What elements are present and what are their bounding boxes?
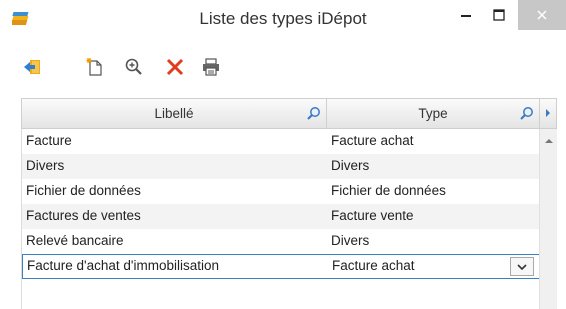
cell-type: Divers bbox=[331, 233, 370, 248]
type-dropdown-button[interactable] bbox=[510, 257, 534, 276]
magnifier-plus-icon bbox=[124, 57, 144, 81]
new-button[interactable] bbox=[84, 58, 106, 80]
table-row[interactable]: Factures de ventes Facture vente bbox=[22, 204, 540, 229]
cell-libelle: Fichier de données bbox=[26, 183, 141, 198]
cell-libelle: Facture d'achat d'immobilisation bbox=[27, 258, 219, 273]
column-header-type[interactable]: Type bbox=[327, 99, 540, 128]
print-button[interactable] bbox=[200, 58, 222, 80]
maximize-icon bbox=[493, 6, 505, 25]
minimize-icon bbox=[460, 6, 472, 25]
close-icon bbox=[536, 6, 548, 25]
close-button[interactable] bbox=[518, 0, 566, 30]
vertical-scrollbar[interactable] bbox=[539, 129, 557, 309]
types-table: Libellé Type Facture Facture achat Diver… bbox=[21, 98, 557, 309]
table-row[interactable]: Fichier de données Fichier de données bbox=[22, 179, 540, 204]
cell-libelle: Divers bbox=[26, 158, 65, 173]
table-row[interactable]: Facture Facture achat bbox=[22, 129, 540, 154]
table-row[interactable]: Divers Divers bbox=[22, 154, 540, 179]
cell-type: Fichier de données bbox=[331, 183, 446, 198]
chevron-right-icon bbox=[544, 106, 552, 121]
cell-type: Divers bbox=[331, 158, 370, 173]
column-header-libelle[interactable]: Libellé bbox=[22, 99, 327, 128]
delete-button[interactable] bbox=[164, 58, 186, 80]
printer-icon bbox=[201, 57, 221, 81]
table-row[interactable]: Relevé bancaire Divers bbox=[22, 229, 540, 254]
toolbar bbox=[0, 52, 566, 88]
column-label: Type bbox=[418, 106, 448, 121]
table-row-selected[interactable]: Facture d'achat d'immobilisation Facture… bbox=[22, 254, 540, 279]
column-label: Libellé bbox=[154, 106, 194, 121]
search-icon[interactable] bbox=[519, 106, 535, 122]
zoom-button[interactable] bbox=[123, 58, 145, 80]
exit-icon bbox=[23, 58, 43, 80]
cell-libelle: Facture bbox=[26, 133, 72, 148]
table-body: Facture Facture achat Divers Divers Fich… bbox=[21, 129, 557, 309]
chevron-down-icon bbox=[517, 259, 527, 274]
search-icon[interactable] bbox=[306, 106, 322, 122]
type-combo-value[interactable]: Facture achat bbox=[332, 258, 532, 273]
cell-type: Facture vente bbox=[331, 208, 414, 223]
cell-libelle: Factures de ventes bbox=[26, 208, 141, 223]
cell-type: Facture achat bbox=[331, 133, 414, 148]
title-bar: Liste des types iDépot bbox=[0, 0, 566, 38]
maximize-button[interactable] bbox=[480, 0, 518, 30]
cell-libelle: Relevé bancaire bbox=[26, 233, 124, 248]
scroll-up-button[interactable] bbox=[540, 132, 558, 146]
scroll-right-button[interactable] bbox=[540, 99, 556, 128]
chevron-up-icon bbox=[544, 130, 554, 149]
red-x-icon bbox=[165, 57, 185, 81]
table-header: Libellé Type bbox=[21, 98, 557, 129]
exit-button[interactable] bbox=[22, 58, 44, 80]
new-document-icon bbox=[85, 57, 105, 81]
